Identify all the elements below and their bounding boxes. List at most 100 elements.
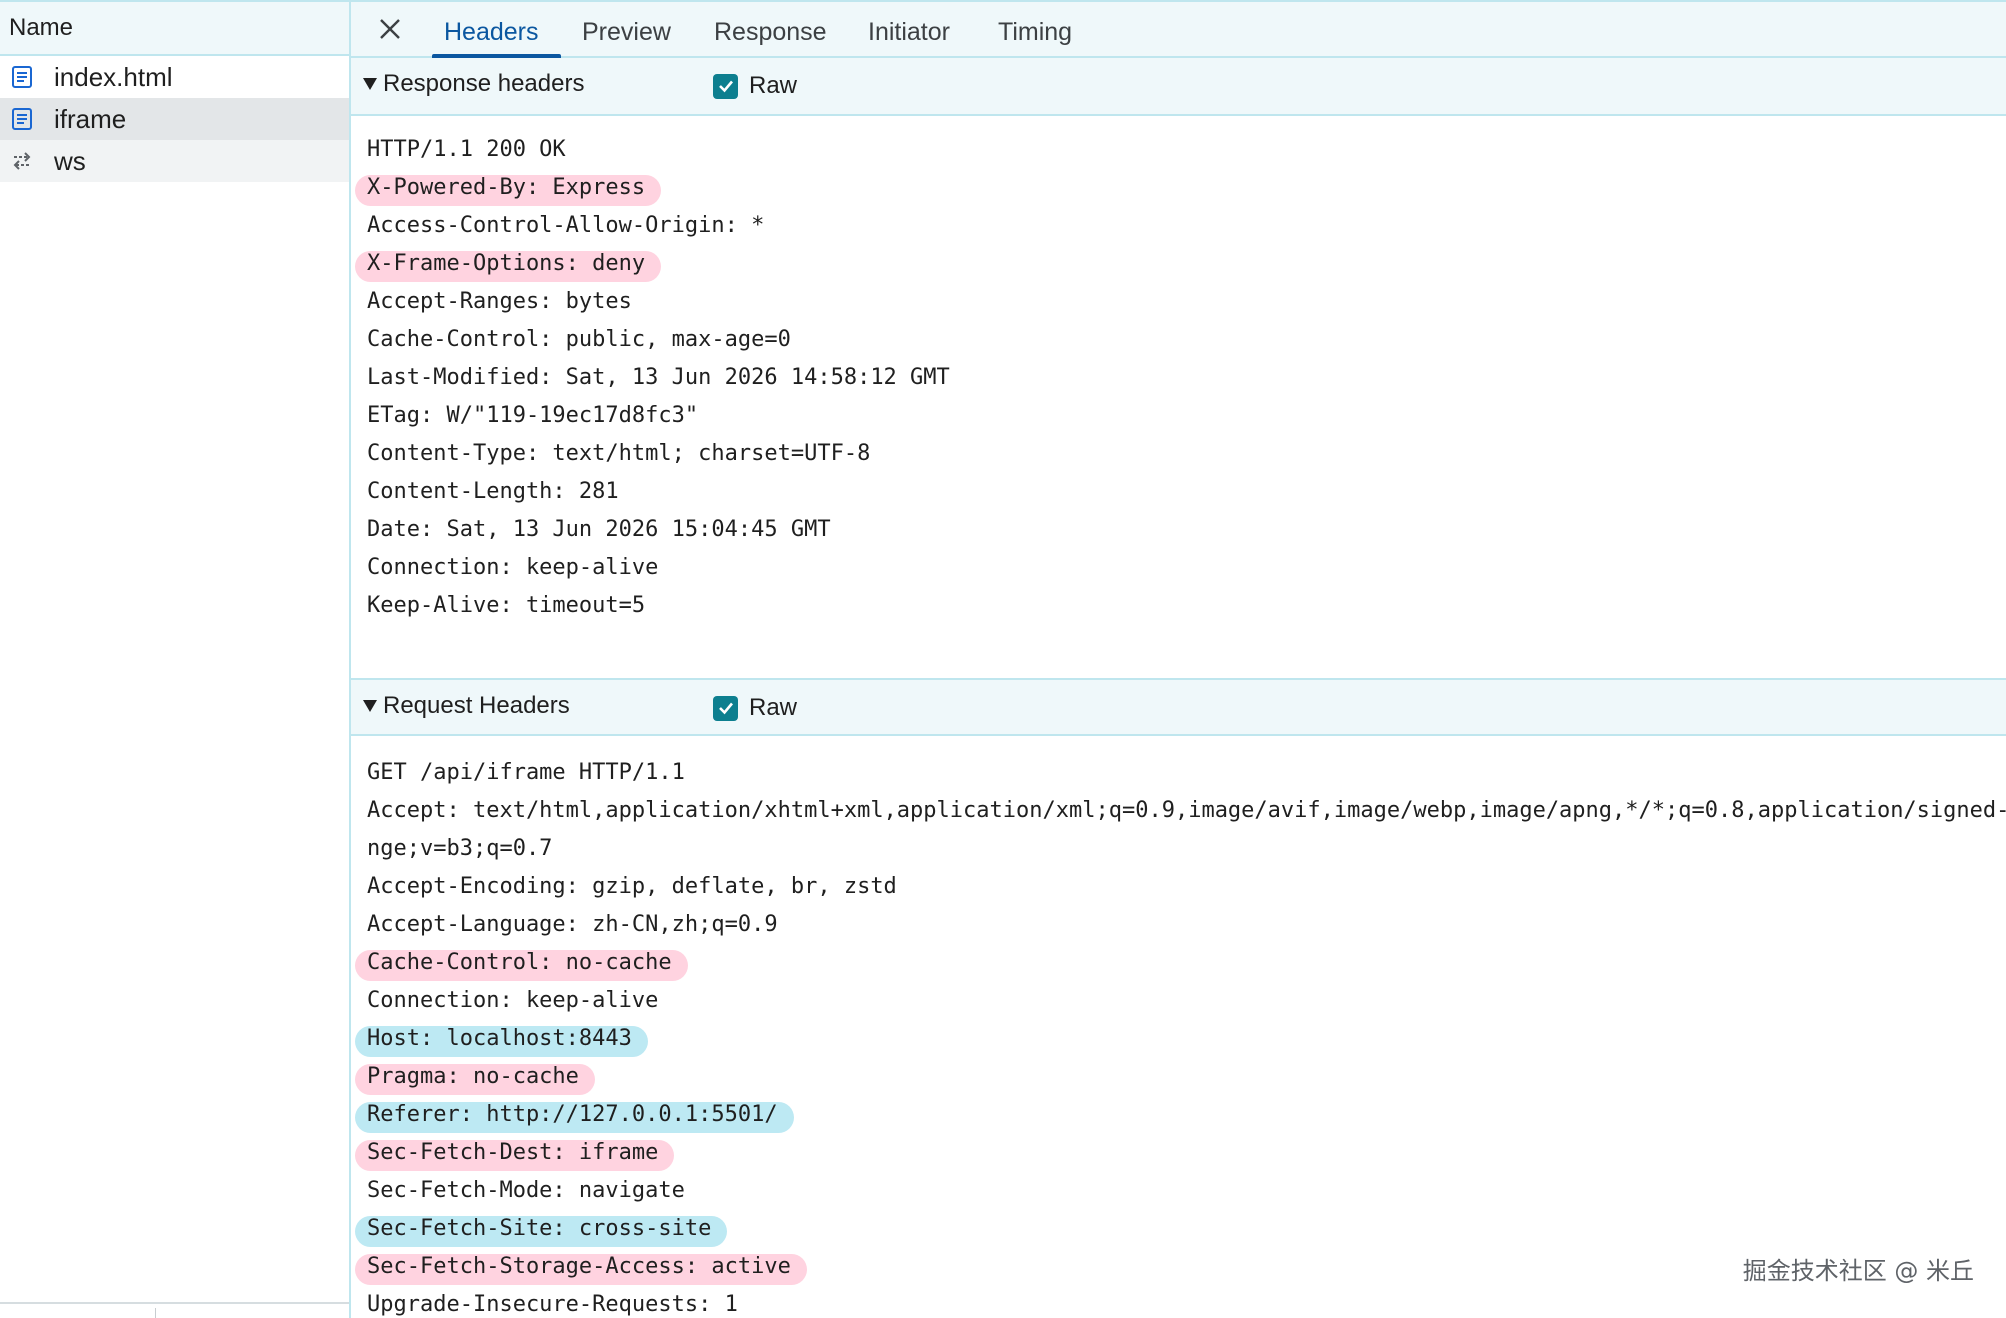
header-line: Sec-Fetch-Dest: iframe <box>355 1134 2006 1172</box>
tab-timing[interactable]: Timing <box>998 2 1072 58</box>
header-line-text: Access-Control-Allow-Origin: * <box>367 213 765 238</box>
checkbox-checked-icon <box>713 73 738 99</box>
header-line: Last-Modified: Sat, 13 Jun 2026 14:58:12… <box>367 359 2006 397</box>
header-line-text: Sec-Fetch-Mode: navigate <box>367 1178 685 1203</box>
triangle-down-icon <box>363 700 377 712</box>
request-headers-raw: GET /api/iframe HTTP/1.1 Accept: text/htm… <box>355 754 2006 1318</box>
response-headers-section-header: Response headers Raw <box>351 58 2006 116</box>
header-line-text: Connection: keep-alive <box>367 555 659 580</box>
header-line: Host: localhost:8443 <box>355 1020 2006 1058</box>
divider <box>155 1308 156 1318</box>
checkbox-checked-icon <box>713 695 738 721</box>
header-line-text: Referer: http://127.0.0.1:5501/ <box>367 1102 778 1127</box>
tab-label: Preview <box>582 18 671 46</box>
header-line: Connection: keep-alive <box>367 982 2006 1020</box>
watermark: 掘金技术社区 @ 米丘 <box>1742 1257 1974 1285</box>
name-column-label: Name <box>9 14 74 41</box>
header-line: Content-Length: 281 <box>367 473 2006 511</box>
request-headers-toggle[interactable]: Request Headers <box>363 692 570 720</box>
header-line-text: Accept: text/html,application/xhtml+xml,… <box>367 798 2006 823</box>
header-line: Sec-Fetch-Site: cross-site <box>355 1210 2006 1248</box>
section-title: Response headers <box>383 70 585 97</box>
header-line: Keep-Alive: timeout=5 <box>367 587 2006 625</box>
document-icon <box>10 107 34 131</box>
raw-label: Raw <box>749 72 798 99</box>
header-line-text: Sec-Fetch-Storage-Access: active <box>367 1254 791 1279</box>
header-line: Content-Type: text/html; charset=UTF-8 <box>367 435 2006 473</box>
header-line-text: ETag: W/"119-19ec17d8fc3" <box>367 403 699 428</box>
details-tab-bar: Headers Preview Response Initiator Timin… <box>351 0 2006 58</box>
header-line-text: Accept-Language: zh-CN,zh;q=0.9 <box>367 912 778 937</box>
tab-label: Timing <box>998 18 1073 46</box>
header-line-text: Sec-Fetch-Dest: iframe <box>367 1140 659 1165</box>
devtools-network-panel: Name index.html iframe ws Headers Previe… <box>0 0 2006 1318</box>
header-line-text: Connection: keep-alive <box>367 988 659 1013</box>
response-headers-toggle[interactable]: Response headers <box>363 70 584 98</box>
header-line: ETag: W/"119-19ec17d8fc3" <box>367 397 2006 435</box>
header-line: Connection: keep-alive <box>367 549 2006 587</box>
request-item-iframe[interactable]: iframe <box>0 98 349 140</box>
request-list: Name index.html iframe ws <box>0 0 351 1318</box>
header-line-text: X-Powered-By: Express <box>367 175 646 200</box>
request-item-index-html[interactable]: index.html <box>0 56 349 98</box>
header-line-text: Content-Length: 281 <box>367 479 619 504</box>
request-details-pane: Headers Preview Response Initiator Timin… <box>351 0 2006 1318</box>
header-line: X-Powered-By: Express <box>355 169 2006 207</box>
header-line-text: GET /api/iframe HTTP/1.1 <box>367 760 685 785</box>
header-line-text: Accept-Encoding: gzip, deflate, br, zstd <box>367 874 897 899</box>
request-item-label: ws <box>54 145 86 176</box>
header-line: Sec-Fetch-Mode: navigate <box>367 1172 2006 1210</box>
header-line-text: Date: Sat, 13 Jun 2026 15:04:45 GMT <box>367 517 831 542</box>
header-line: Accept-Language: zh-CN,zh;q=0.9 <box>367 906 2006 944</box>
header-line: Referer: http://127.0.0.1:5501/ <box>355 1096 2006 1134</box>
response-headers-raw: HTTP/1.1 200 OK X-Powered-By: Express Acce… <box>355 131 2006 625</box>
header-line: Access-Control-Allow-Origin: * <box>367 207 2006 245</box>
raw-label: Raw <box>749 694 798 721</box>
header-line: Date: Sat, 13 Jun 2026 15:04:45 GMT <box>367 511 2006 549</box>
header-line: HTTP/1.1 200 OK <box>367 131 2006 169</box>
request-headers-section-header: Request Headers Raw <box>351 678 2006 736</box>
header-line-text: Cache-Control: public, max-age=0 <box>367 327 791 352</box>
header-line-text: Content-Type: text/html; charset=UTF-8 <box>367 441 871 466</box>
tab-label: Response <box>714 18 827 46</box>
header-line: Accept-Ranges: bytes <box>367 283 2006 321</box>
name-column-header[interactable]: Name <box>0 0 349 56</box>
header-line-text: HTTP/1.1 200 OK <box>367 137 566 162</box>
header-line-text: Upgrade-Insecure-Requests: 1 <box>367 1292 738 1317</box>
document-icon <box>10 65 34 89</box>
close-icon[interactable] <box>377 16 403 42</box>
tab-response[interactable]: Response <box>714 2 827 58</box>
header-line: Cache-Control: no-cache <box>355 944 2006 982</box>
tab-preview[interactable]: Preview <box>582 2 671 58</box>
header-line-text: Accept-Ranges: bytes <box>367 289 632 314</box>
header-line-text: Last-Modified: Sat, 13 Jun 2026 14:58:12… <box>367 365 950 390</box>
header-line: Accept: text/html,application/xhtml+xml,… <box>367 792 2006 830</box>
section-title: Request Headers <box>383 692 570 719</box>
request-raw-checkbox[interactable]: Raw <box>713 694 797 722</box>
header-line: Accept-Encoding: gzip, deflate, br, zstd <box>367 868 2006 906</box>
header-line: X-Frame-Options: deny <box>355 245 2006 283</box>
tab-headers[interactable]: Headers <box>432 2 561 58</box>
header-line: Upgrade-Insecure-Requests: 1 <box>367 1286 2006 1318</box>
header-line: nge;v=b3;q=0.7 <box>367 830 2006 868</box>
header-line-text: Keep-Alive: timeout=5 <box>367 593 646 618</box>
header-line-text: nge;v=b3;q=0.7 <box>367 836 553 861</box>
header-line-text: Pragma: no-cache <box>367 1064 579 1089</box>
tab-label: Initiator <box>868 18 950 46</box>
header-line-text: Host: localhost:8443 <box>367 1026 632 1051</box>
request-item-label: index.html <box>54 61 173 92</box>
request-item-label: iframe <box>54 103 127 134</box>
sidebar-footer <box>0 1302 349 1318</box>
request-item-ws[interactable]: ws <box>0 140 349 182</box>
tab-label: Headers <box>444 18 539 46</box>
tab-initiator[interactable]: Initiator <box>868 2 950 58</box>
header-line: GET /api/iframe HTTP/1.1 <box>367 754 2006 792</box>
triangle-down-icon <box>363 78 377 90</box>
response-raw-checkbox[interactable]: Raw <box>713 72 797 100</box>
header-line-text: X-Frame-Options: deny <box>367 251 646 276</box>
header-line: Pragma: no-cache <box>355 1058 2006 1096</box>
header-line-text: Cache-Control: no-cache <box>367 950 672 975</box>
header-line-text: Sec-Fetch-Site: cross-site <box>367 1216 712 1241</box>
header-line: Cache-Control: public, max-age=0 <box>367 321 2006 359</box>
websocket-icon <box>10 149 34 173</box>
